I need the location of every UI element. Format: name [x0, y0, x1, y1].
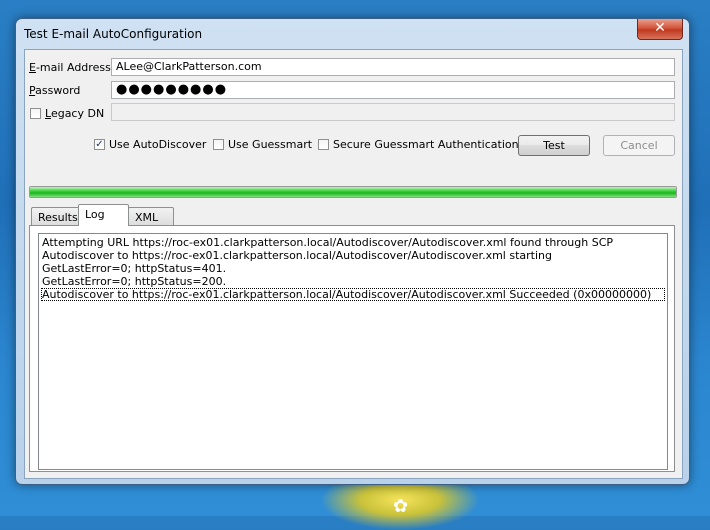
- legacy-dn-field[interactable]: [111, 103, 675, 121]
- log-line[interactable]: GetLastError=0; httpStatus=200.: [41, 275, 665, 288]
- test-button[interactable]: Test: [518, 135, 590, 156]
- autoconfig-dialog: Test E-mail AutoConfiguration ✕ E-mail A…: [15, 18, 690, 485]
- password-label-rest: assword: [35, 84, 81, 97]
- log-line-selected[interactable]: Autodiscover to https://roc-ex01.clarkpa…: [41, 288, 665, 301]
- dialog-client-area: E-mail Address ALee@ClarkPatterson.com P…: [24, 49, 683, 479]
- secure-guessmart-checkbox[interactable]: [318, 139, 329, 150]
- window-title: Test E-mail AutoConfiguration: [24, 27, 203, 41]
- close-button[interactable]: ✕: [637, 19, 683, 40]
- tab-results[interactable]: Results: [31, 207, 85, 226]
- password-field[interactable]: ●●●●●●●●●: [111, 81, 675, 99]
- close-icon: ✕: [654, 20, 666, 36]
- checkmark-icon: ✓: [95, 139, 104, 150]
- log-line[interactable]: Attempting URL https://roc-ex01.clarkpat…: [41, 236, 665, 249]
- progress-bar-fill: [30, 187, 676, 197]
- tab-log[interactable]: Log: [78, 204, 129, 226]
- secure-guessmart-label: Secure Guessmart Authentication: [333, 138, 519, 151]
- use-autodiscover-checkbox[interactable]: ✓: [94, 139, 105, 150]
- cancel-button[interactable]: Cancel: [603, 135, 675, 156]
- log-line[interactable]: GetLastError=0; httpStatus=401.: [41, 262, 665, 275]
- legacy-dn-checkbox[interactable]: [30, 108, 41, 119]
- tab-xml[interactable]: XML: [128, 207, 174, 226]
- use-autodiscover-label: Use AutoDiscover: [109, 138, 207, 151]
- legacy-dn-label: Legacy DN: [45, 107, 105, 120]
- progress-bar: [29, 186, 677, 198]
- desktop-flower-icon: ✿: [393, 496, 409, 517]
- email-label-rest: -mail Address: [35, 61, 111, 74]
- tab-panel-log: Attempting URL https://roc-ex01.clarkpat…: [29, 225, 675, 472]
- legacy-dn-label-rest: egacy DN: [50, 107, 105, 120]
- use-guessmart-label: Use Guessmart: [228, 138, 313, 151]
- password-label: Password: [29, 84, 81, 97]
- title-bar[interactable]: Test E-mail AutoConfiguration ✕: [16, 19, 689, 49]
- email-label: E-mail Address: [29, 61, 111, 74]
- log-line[interactable]: Autodiscover to https://roc-ex01.clarkpa…: [41, 249, 665, 262]
- email-field[interactable]: ALee@ClarkPatterson.com: [111, 58, 675, 76]
- log-listbox[interactable]: Attempting URL https://roc-ex01.clarkpat…: [38, 233, 668, 470]
- use-guessmart-checkbox[interactable]: [213, 139, 224, 150]
